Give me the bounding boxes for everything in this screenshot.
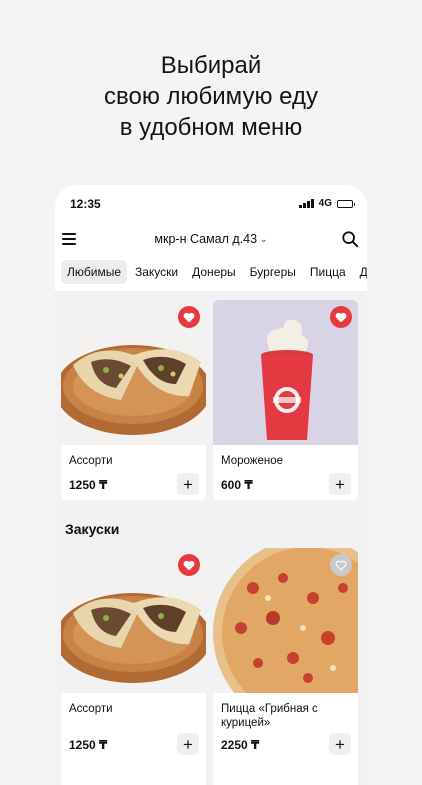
product-card[interactable]: Мороженое 600 ₸ + <box>213 300 358 500</box>
app-header: мкр-н Самал д.43 ⌄ <box>55 225 367 255</box>
phone-screen: 12:35 4G мкр-н Самал д.43 ⌄ Любимые Закус… <box>55 185 367 785</box>
heart-icon <box>183 312 195 322</box>
status-time: 12:35 <box>70 197 101 211</box>
add-to-cart-button[interactable]: + <box>177 473 199 495</box>
address-selector[interactable]: мкр-н Самал д.43 ⌄ <box>55 232 367 246</box>
product-name: Ассорти <box>69 703 113 715</box>
headline-line-3: в удобном меню <box>119 114 303 141</box>
address-label: мкр-н Самал д.43 <box>154 232 258 246</box>
headline-line-1: Выбирай <box>160 52 262 79</box>
promo-headline: Выбирай свою любимую еду в удобном меню <box>0 50 422 143</box>
signal-icon <box>299 199 314 208</box>
tab-pizza[interactable]: Пицца <box>304 260 352 284</box>
category-tabs: Любимые Закуски Донеры Бургеры Пицца Де <box>55 259 367 285</box>
status-bar: 12:35 4G <box>55 185 367 223</box>
add-to-cart-button[interactable]: + <box>177 733 199 755</box>
tab-favorites[interactable]: Любимые <box>61 260 127 284</box>
tab-burgers[interactable]: Бургеры <box>244 260 302 284</box>
favorite-toggle[interactable] <box>178 306 200 328</box>
section-title-snacks: Закуски <box>65 521 120 537</box>
favorite-toggle[interactable] <box>330 554 352 576</box>
menu-content: Ассорти 1250 ₸ + Мороженое 600 ₸ + Закус… <box>55 291 367 785</box>
product-card[interactable]: Пицца «Грибная с курицей» 2250 ₸ + <box>213 548 358 785</box>
product-name: Ассорти <box>69 455 113 467</box>
product-name: Пицца «Грибная с курицей» <box>221 703 318 729</box>
add-to-cart-button[interactable]: + <box>329 473 351 495</box>
network-label: 4G <box>318 198 332 209</box>
product-name: Мороженое <box>221 455 283 467</box>
product-image-ice-cream <box>213 300 358 445</box>
tab-desserts[interactable]: Де <box>354 260 367 284</box>
product-card[interactable]: Ассорти 1250 ₸ + <box>61 548 206 785</box>
battery-icon <box>337 199 355 208</box>
add-to-cart-button[interactable]: + <box>329 733 351 755</box>
favorite-toggle[interactable] <box>330 306 352 328</box>
heart-icon <box>335 312 347 322</box>
chevron-down-icon: ⌄ <box>260 234 268 244</box>
heart-icon <box>183 560 195 570</box>
favorite-toggle[interactable] <box>178 554 200 576</box>
product-image-shawarma <box>61 548 206 693</box>
product-price: 1250 ₸ <box>69 478 108 492</box>
headline-line-2: свою любимую еду <box>104 83 318 110</box>
product-image-shawarma <box>61 300 206 445</box>
product-card[interactable]: Ассорти 1250 ₸ + <box>61 300 206 500</box>
tab-snacks[interactable]: Закуски <box>129 260 184 284</box>
product-price: 600 ₸ <box>221 478 253 492</box>
product-image-pizza <box>213 548 358 728</box>
heart-outline-icon <box>335 560 347 571</box>
tab-doners[interactable]: Донеры <box>186 260 242 284</box>
search-icon[interactable] <box>341 230 359 248</box>
